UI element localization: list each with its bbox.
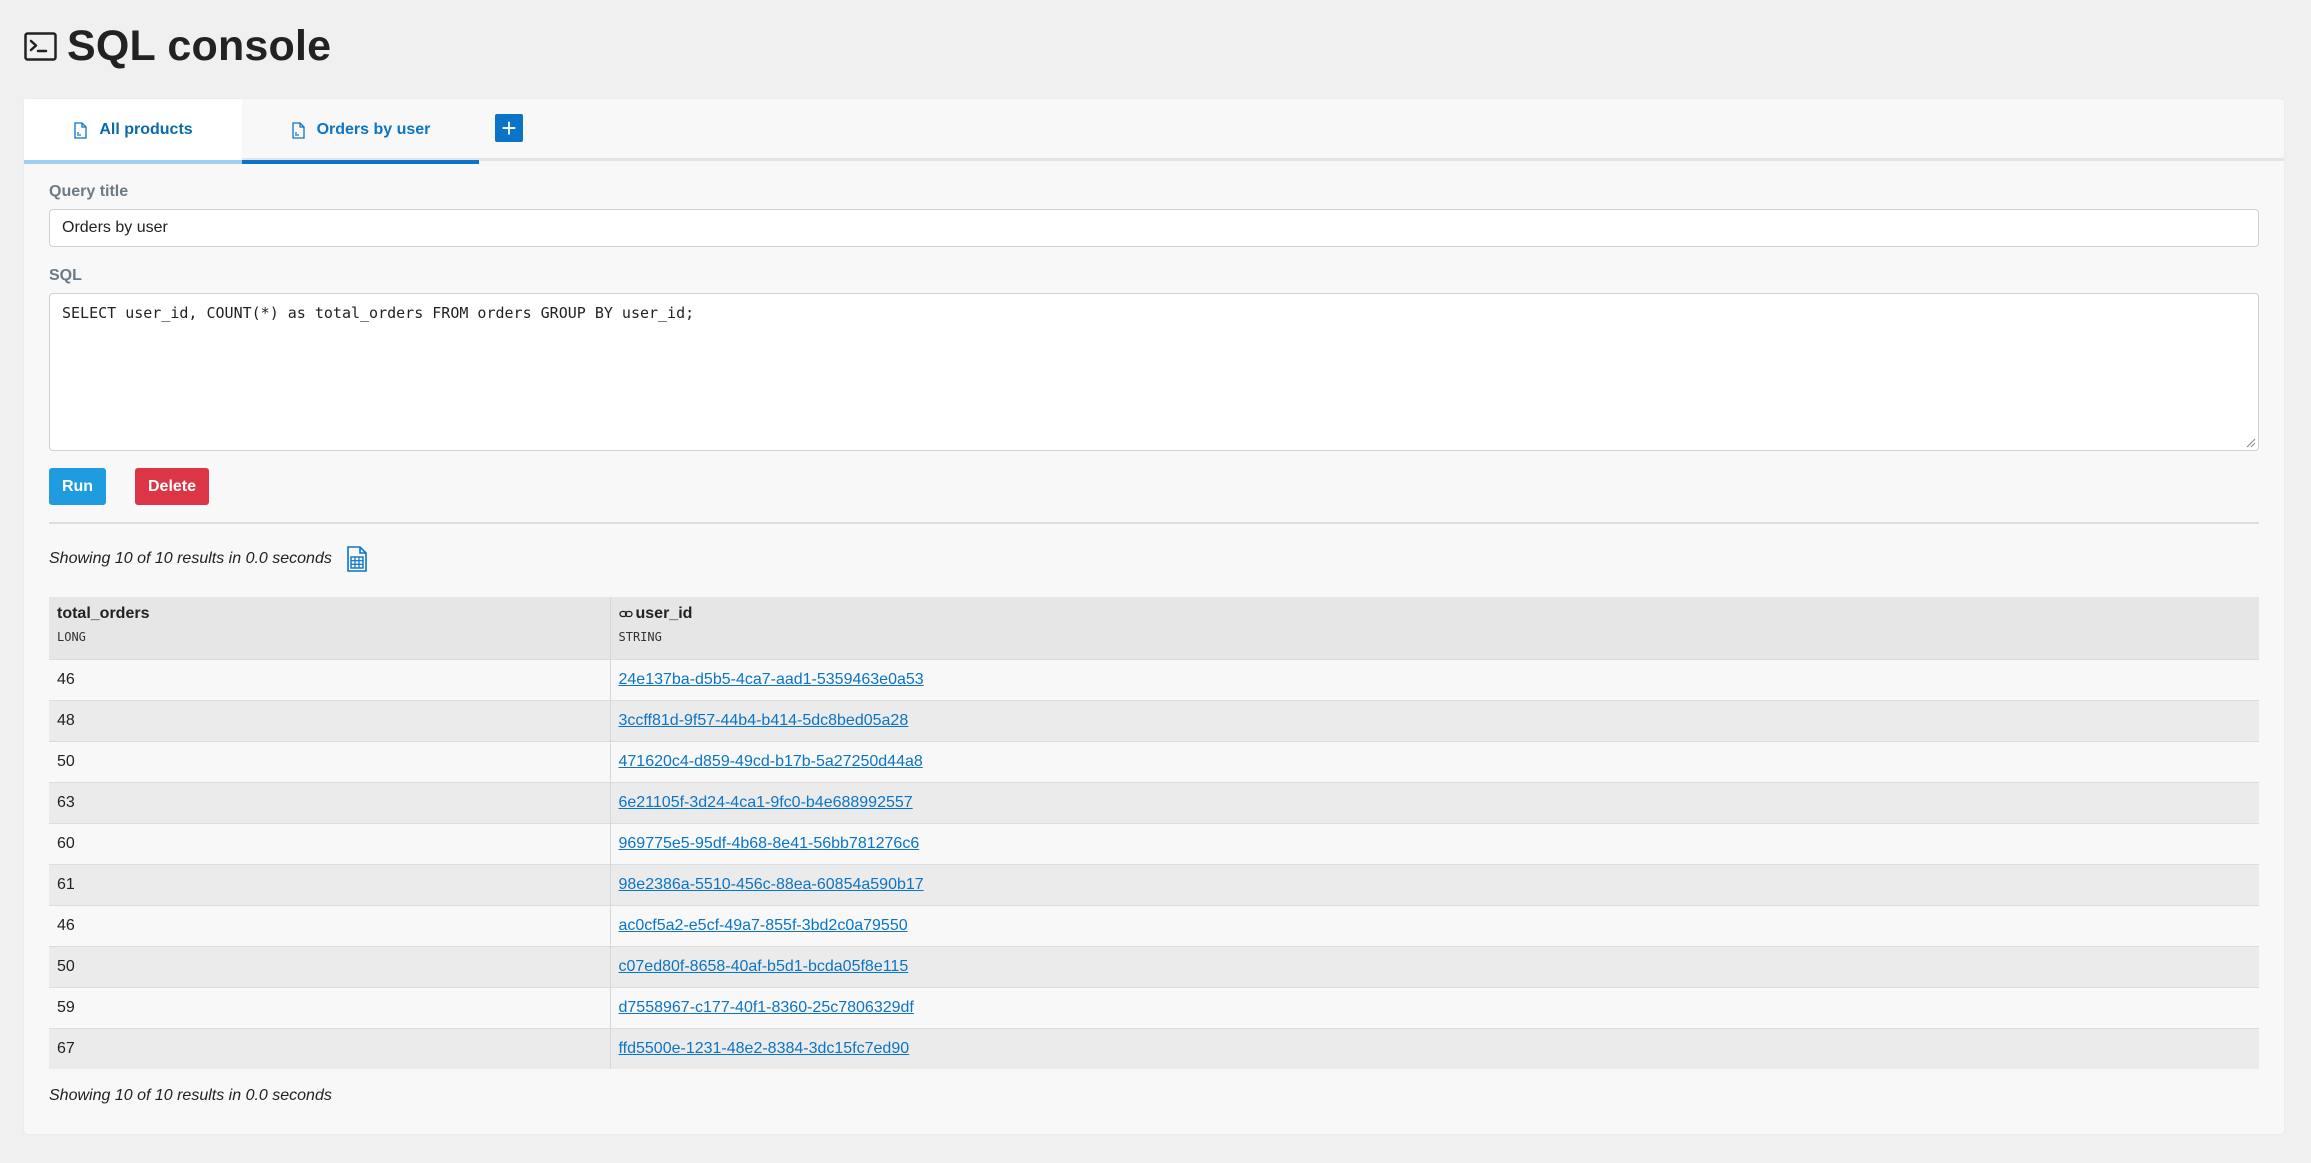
user-id-link[interactable]: 3ccff81d-9f57-44b4-b414-5dc8bed05a28 [619, 712, 909, 729]
user-id-link[interactable]: c07ed80f-8658-40af-b5d1-bcda05f8e115 [619, 958, 909, 975]
user-id-link[interactable]: d7558967-c177-40f1-8360-25c7806329df [619, 999, 914, 1016]
column-name: total_orders [57, 605, 150, 622]
cell-total-orders: 59 [49, 986, 610, 1028]
query-actions: Run Delete [49, 468, 2259, 505]
user-id-link[interactable]: 471620c4-d859-49cd-b17b-5a27250d44a8 [619, 753, 923, 770]
delete-button[interactable]: Delete [135, 468, 209, 505]
cell-user-id: 969775e5-95df-4b68-8e41-56bb781276c6 [609, 822, 2259, 864]
query-title-label: Query title [49, 183, 129, 200]
cell-user-id: ac0cf5a2-e5cf-49a7-855f-3bd2c0a79550 [609, 904, 2259, 946]
table-header-row: total_orders LONG user_id STRING [49, 597, 2259, 659]
cell-user-id: d7558967-c177-40f1-8360-25c7806329df [609, 986, 2259, 1028]
cell-user-id: 3ccff81d-9f57-44b4-b414-5dc8bed05a28 [609, 699, 2259, 741]
page-title: SQL console [67, 22, 332, 70]
results-table: total_orders LONG user_id STRING 46 24e1… [49, 597, 2259, 1069]
query-panel: All products Orders by user + Query titl… [24, 99, 2284, 1134]
user-id-link[interactable]: 98e2386a-5510-456c-88ea-60854a590b17 [619, 876, 924, 893]
sql-label: SQL [49, 267, 82, 284]
cell-total-orders: 46 [49, 904, 610, 946]
run-button[interactable]: Run [49, 468, 106, 505]
column-type: LONG [57, 630, 86, 644]
plus-icon: + [501, 113, 517, 143]
terminal-icon [24, 32, 57, 61]
query-title-input[interactable]: Orders by user [49, 209, 2259, 247]
results-footer-summary: Showing 10 of 10 results in 0.0 seconds [49, 1087, 332, 1104]
page-header: SQL console [24, 22, 331, 71]
cell-total-orders: 46 [49, 658, 610, 700]
table-row: 63 6e21105f-3d24-4ca1-9fc0-b4e688992557 [49, 781, 2259, 823]
cell-user-id: 24e137ba-d5b5-4ca7-aad1-5359463e0a53 [609, 658, 2259, 700]
sql-editor[interactable]: SELECT user_id, COUNT(*) as total_orders… [49, 293, 2259, 451]
column-header-total-orders: total_orders LONG [49, 597, 610, 659]
add-tab-button[interactable]: + [495, 114, 523, 142]
results-summary: Showing 10 of 10 results in 0.0 seconds [49, 546, 2259, 572]
cell-user-id: 6e21105f-3d24-4ca1-9fc0-b4e688992557 [609, 781, 2259, 823]
column-name: user_id [635, 605, 693, 623]
resize-grip-icon[interactable] [2246, 438, 2256, 448]
query-form: Query title Orders by user SQL SELECT us… [49, 183, 2259, 1105]
table-row: 46 24e137ba-d5b5-4ca7-aad1-5359463e0a53 [49, 658, 2259, 700]
query-tabs: All products Orders by user + [24, 99, 2284, 164]
column-header-user-id: user_id STRING [609, 597, 2259, 659]
cell-total-orders: 48 [49, 699, 610, 741]
cell-total-orders: 60 [49, 822, 610, 864]
cell-user-id: 471620c4-d859-49cd-b17b-5a27250d44a8 [609, 740, 2259, 782]
cell-user-id: ffd5500e-1231-48e2-8384-3dc15fc7ed90 [609, 1027, 2259, 1069]
user-id-link[interactable]: 969775e5-95df-4b68-8e41-56bb781276c6 [619, 835, 920, 852]
user-id-link[interactable]: ac0cf5a2-e5cf-49a7-855f-3bd2c0a79550 [619, 917, 908, 934]
table-row: 50 471620c4-d859-49cd-b17b-5a27250d44a8 [49, 740, 2259, 782]
table-row: 59 d7558967-c177-40f1-8360-25c7806329df [49, 986, 2259, 1028]
table-row: 50 c07ed80f-8658-40af-b5d1-bcda05f8e115 [49, 945, 2259, 987]
table-row: 61 98e2386a-5510-456c-88ea-60854a590b17 [49, 863, 2259, 905]
cell-total-orders: 50 [49, 740, 610, 782]
results-summary-text: Showing 10 of 10 results in 0.0 seconds [49, 550, 332, 567]
document-icon [291, 121, 305, 139]
cell-total-orders: 50 [49, 945, 610, 987]
user-id-link[interactable]: 6e21105f-3d24-4ca1-9fc0-b4e688992557 [619, 794, 913, 811]
table-row: 48 3ccff81d-9f57-44b4-b414-5dc8bed05a28 [49, 699, 2259, 741]
document-icon [73, 121, 87, 139]
user-id-link[interactable]: ffd5500e-1231-48e2-8384-3dc15fc7ed90 [619, 1040, 910, 1057]
table-row: 60 969775e5-95df-4b68-8e41-56bb781276c6 [49, 822, 2259, 864]
cell-user-id: 98e2386a-5510-456c-88ea-60854a590b17 [609, 863, 2259, 905]
column-type: STRING [618, 630, 662, 645]
divider [49, 522, 2259, 524]
sql-text: SELECT user_id, COUNT(*) as total_orders… [62, 304, 695, 322]
cell-total-orders: 61 [49, 863, 610, 905]
cell-total-orders: 67 [49, 1027, 610, 1069]
cell-total-orders: 63 [49, 781, 610, 823]
user-id-link[interactable]: 24e137ba-d5b5-4ca7-aad1-5359463e0a53 [619, 671, 924, 688]
table-row: 67 ffd5500e-1231-48e2-8384-3dc15fc7ed90 [49, 1027, 2259, 1069]
tab-label: Orders by user [316, 121, 431, 138]
tab-label: All products [99, 121, 193, 138]
link-icon [618, 605, 633, 623]
query-title-value: Orders by user [62, 219, 168, 236]
tab-orders-by-user[interactable]: Orders by user [242, 99, 479, 164]
cell-user-id: c07ed80f-8658-40af-b5d1-bcda05f8e115 [609, 945, 2259, 987]
spreadsheet-icon[interactable] [346, 546, 368, 572]
table-row: 46 ac0cf5a2-e5cf-49a7-855f-3bd2c0a79550 [49, 904, 2259, 946]
tab-all-products[interactable]: All products [24, 99, 242, 164]
